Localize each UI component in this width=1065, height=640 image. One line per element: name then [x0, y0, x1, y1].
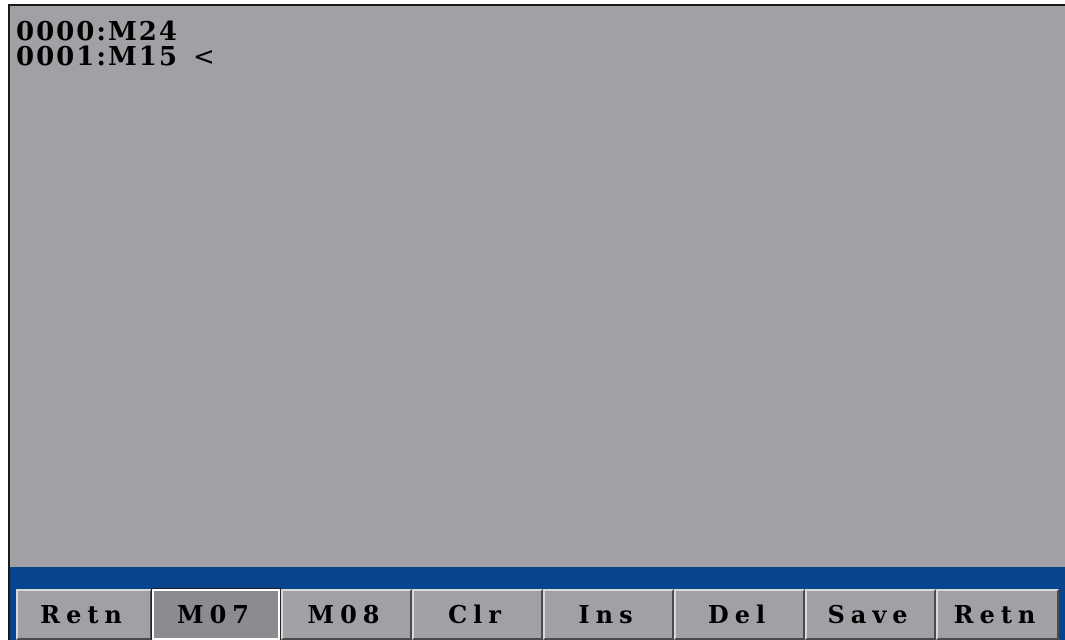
- program-line[interactable]: 0001:M15 <: [16, 42, 217, 72]
- softkey-label: Save: [827, 600, 914, 629]
- softkey-label: Ins: [578, 600, 639, 629]
- softkey-retn[interactable]: Retn: [16, 589, 152, 640]
- softkey-m08[interactable]: M08: [281, 589, 412, 640]
- softkey-retn-right[interactable]: Retn: [936, 589, 1059, 640]
- softkey-label: M07: [177, 600, 255, 629]
- softkey-label: Retn: [40, 600, 128, 629]
- softkey-label: Retn: [953, 600, 1042, 629]
- softkey-label: M08: [307, 600, 386, 629]
- program-line-text: 0001:M15: [16, 42, 179, 72]
- softkey-label: Del: [707, 600, 772, 629]
- softkey-del[interactable]: Del: [674, 589, 805, 640]
- cnc-panel-frame: 0000:M24 0001:M15 < Retn M07 M08 Clr Ins …: [0, 0, 1065, 640]
- program-editor-screen: 0000:M24 0001:M15 <: [8, 4, 1065, 567]
- program-line-list: 0000:M24 0001:M15 <: [16, 19, 217, 72]
- softkey-m07[interactable]: M07: [151, 588, 281, 640]
- softkey-save[interactable]: Save: [805, 589, 936, 640]
- softkey-bar: Retn M07 M08 Clr Ins Del Save Retn: [8, 567, 1065, 640]
- softkey-clr[interactable]: Clr: [412, 589, 543, 640]
- line-cursor-indicator: <: [192, 42, 217, 72]
- softkey-ins[interactable]: Ins: [543, 589, 674, 640]
- softkey-label: Clr: [448, 600, 507, 629]
